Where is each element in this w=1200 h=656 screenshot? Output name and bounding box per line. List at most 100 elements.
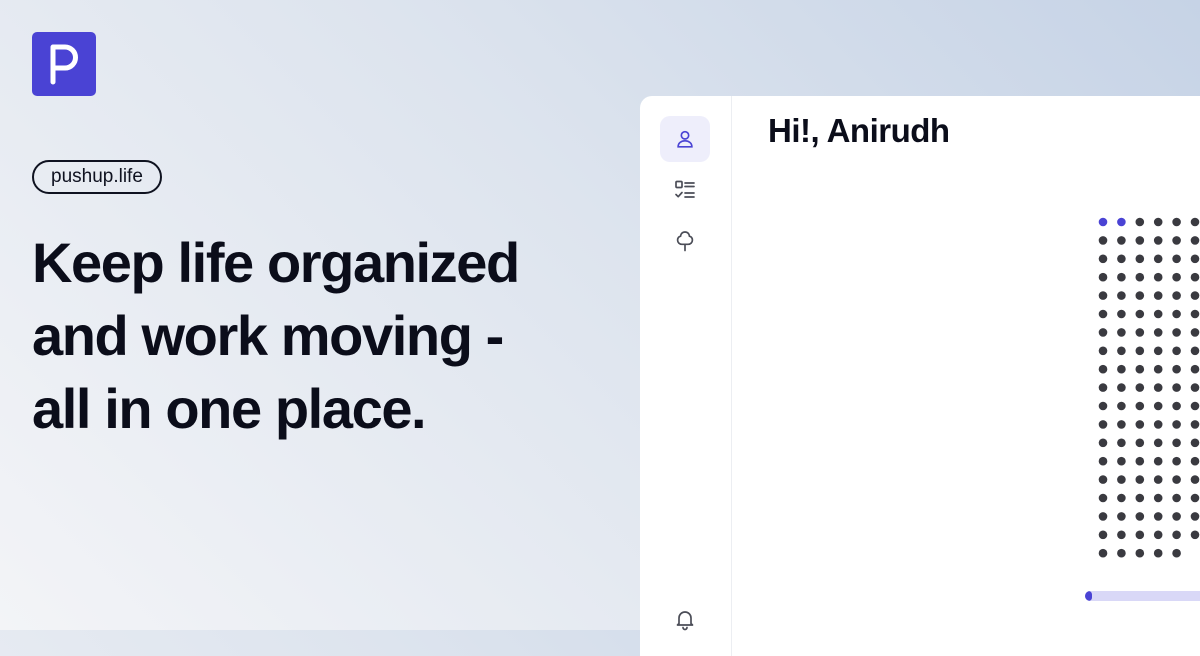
dot xyxy=(1172,217,1181,227)
dot xyxy=(1190,364,1200,374)
dot xyxy=(1153,346,1163,356)
dot xyxy=(1098,548,1108,558)
dot xyxy=(1098,420,1108,429)
dot xyxy=(1172,364,1181,374)
dot xyxy=(1190,383,1200,392)
dot xyxy=(1190,328,1200,337)
dot xyxy=(1135,420,1145,429)
dot xyxy=(1172,512,1181,521)
sidebar-item-notifications[interactable] xyxy=(660,596,710,642)
dot xyxy=(1153,512,1163,521)
dot xyxy=(1153,438,1163,448)
dot xyxy=(1153,530,1163,540)
dot xyxy=(1172,291,1181,300)
dot xyxy=(1117,254,1126,264)
dot-filled xyxy=(1117,217,1126,227)
dot xyxy=(1190,254,1200,264)
dot xyxy=(1098,456,1108,466)
dot xyxy=(1135,346,1145,356)
domain-label: pushup.life xyxy=(51,166,143,187)
dot xyxy=(1190,309,1200,319)
dot xyxy=(1172,254,1181,264)
dot xyxy=(1172,438,1181,448)
progress-fill xyxy=(1085,591,1092,601)
dot xyxy=(1135,493,1145,503)
dot xyxy=(1135,401,1145,411)
dot xyxy=(1098,475,1108,484)
dot xyxy=(1135,456,1145,466)
dot xyxy=(1117,291,1126,300)
dot xyxy=(1172,272,1181,282)
dot xyxy=(1190,236,1200,245)
dot xyxy=(1135,512,1145,521)
dot xyxy=(1190,346,1200,356)
dot xyxy=(1190,493,1200,503)
dot xyxy=(1172,309,1181,319)
life-calendar-dot-grid xyxy=(1098,217,1200,558)
dot xyxy=(1172,475,1181,484)
dot xyxy=(1098,438,1108,448)
bell-icon xyxy=(676,611,694,631)
dot xyxy=(1098,328,1108,337)
app-logo xyxy=(32,32,96,96)
dot xyxy=(1172,530,1181,540)
dot xyxy=(1117,272,1126,282)
hero-line-3: all in one place. xyxy=(32,377,427,440)
dot xyxy=(1153,456,1163,466)
dot xyxy=(1190,217,1200,227)
dot xyxy=(1172,346,1181,356)
dot xyxy=(1135,383,1145,392)
dot xyxy=(1190,420,1200,429)
dot xyxy=(1117,475,1126,484)
domain-badge: pushup.life xyxy=(32,160,162,194)
dot xyxy=(1153,291,1163,300)
dot xyxy=(1190,272,1200,282)
app-preview-window: Hi!, Anirudh xyxy=(640,96,1200,656)
dot xyxy=(1098,291,1108,300)
dot xyxy=(1190,512,1200,521)
dot xyxy=(1172,493,1181,503)
dot xyxy=(1135,475,1145,484)
dot xyxy=(1153,309,1163,319)
hero-headline: Keep life organized and work moving - al… xyxy=(32,226,622,445)
dot xyxy=(1190,530,1200,540)
dot xyxy=(1098,236,1108,245)
dot xyxy=(1153,401,1163,411)
dot xyxy=(1117,383,1126,392)
dot xyxy=(1098,272,1108,282)
dot xyxy=(1153,236,1163,245)
dot xyxy=(1153,420,1163,429)
dot xyxy=(1117,456,1126,466)
dot xyxy=(1172,456,1181,466)
dot xyxy=(1098,401,1108,411)
dot xyxy=(1190,401,1200,411)
dot xyxy=(1135,328,1145,337)
dot xyxy=(1135,530,1145,540)
dot xyxy=(1117,364,1126,374)
dot xyxy=(1117,346,1126,356)
hero-line-2: and work moving - xyxy=(32,304,504,367)
dot xyxy=(1153,383,1163,392)
dot xyxy=(1153,254,1163,264)
dot xyxy=(1153,493,1163,503)
dot xyxy=(1172,401,1181,411)
dot xyxy=(1135,236,1145,245)
dot xyxy=(1153,217,1163,227)
dot xyxy=(1117,420,1126,429)
dot xyxy=(1117,438,1126,448)
dot xyxy=(1117,512,1126,521)
dot xyxy=(1117,328,1126,337)
hero-line-1: Keep life organized xyxy=(32,231,520,294)
dot xyxy=(1117,236,1126,245)
dot xyxy=(1098,493,1108,503)
dot xyxy=(1098,346,1108,356)
dot xyxy=(1153,328,1163,337)
dot xyxy=(1098,383,1108,392)
dot xyxy=(1135,548,1145,558)
dot xyxy=(1190,475,1200,484)
dot xyxy=(1135,438,1145,448)
dot xyxy=(1117,530,1126,540)
logo-p-icon xyxy=(50,44,78,85)
dot xyxy=(1172,383,1181,392)
dot xyxy=(1135,254,1145,264)
